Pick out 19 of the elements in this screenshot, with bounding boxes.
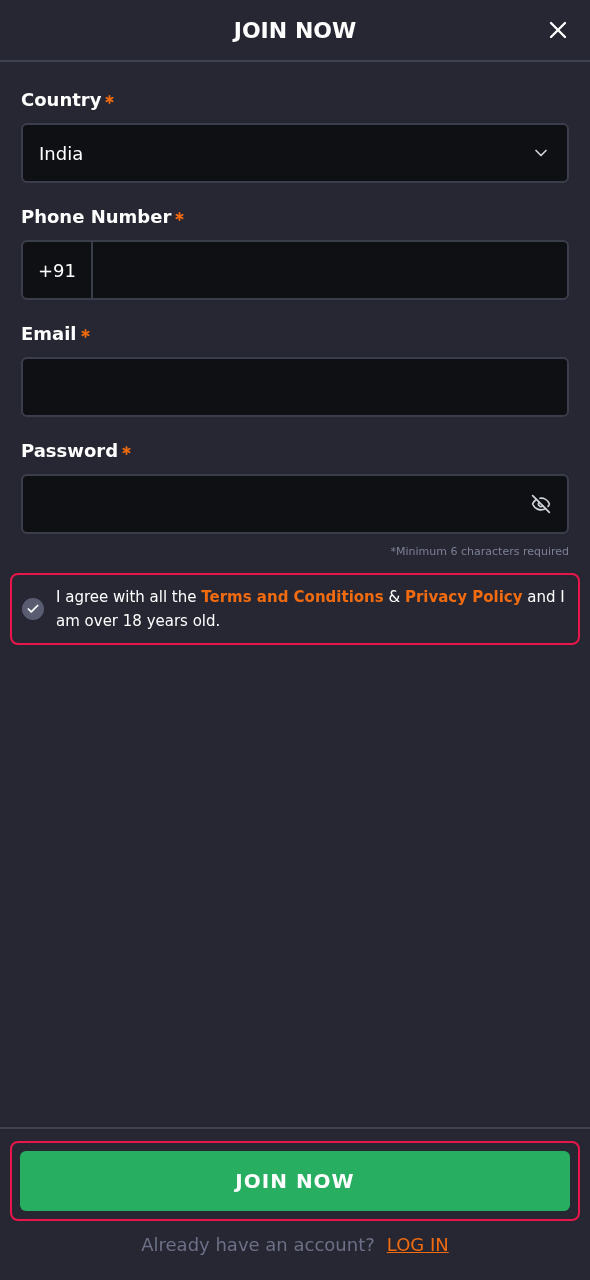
field-label: Country <box>21 88 102 112</box>
password-hint: *Minimum 6 characters required <box>390 544 569 560</box>
phone-prefix: +91 <box>23 242 93 298</box>
policy-link[interactable]: Privacy Policy <box>404 587 523 606</box>
field-label: Email <box>21 322 77 346</box>
login-link[interactable]: LOG IN <box>386 1231 449 1258</box>
password-field[interactable] <box>21 474 569 534</box>
join-now-button[interactable]: JOIN NOW <box>20 1151 570 1211</box>
eye-off-icon[interactable] <box>531 494 551 514</box>
email-field[interactable] <box>21 357 569 417</box>
field-label: Phone Number <box>21 205 172 229</box>
field-label: Password <box>21 439 119 463</box>
phone-field[interactable]: +91 <box>21 240 569 300</box>
agreement-checkbox[interactable] <box>22 597 44 620</box>
policy-link[interactable]: Terms and Conditions <box>201 587 384 606</box>
login-prompt: Already have an account? <box>141 1233 375 1257</box>
agreement-text: I agree with all the Terms and Conditions & Privacy Policy and I am over 18 years old. <box>56 586 566 632</box>
country-select[interactable]: India <box>21 123 569 183</box>
dialog-title: JOIN NOW <box>233 16 357 45</box>
